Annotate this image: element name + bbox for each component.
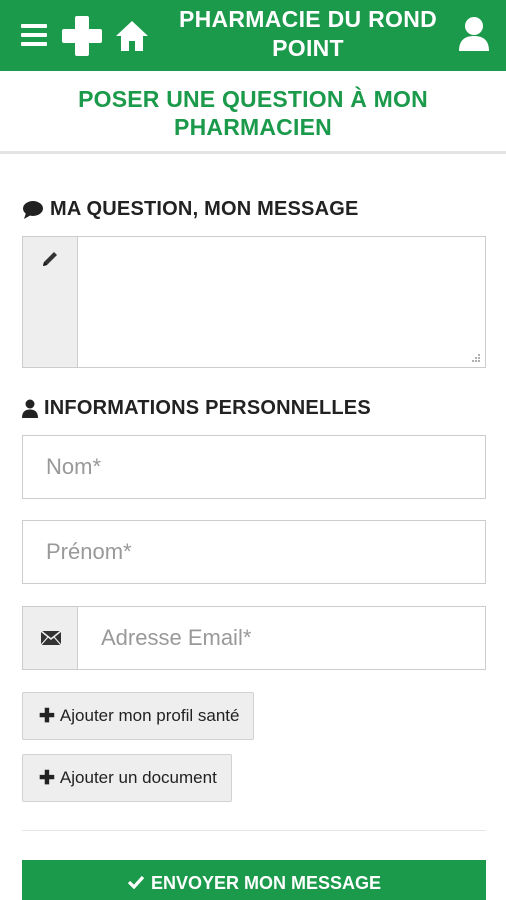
user-icon bbox=[22, 399, 38, 418]
pharmacy-name: PHARMACIE DU ROND POINT bbox=[178, 6, 438, 61]
add-health-profile-button[interactable]: ✚ Ajouter mon profil santé bbox=[22, 692, 255, 740]
comment-icon bbox=[23, 200, 43, 219]
email-field bbox=[22, 606, 486, 670]
personal-info-heading: INFORMATIONS PERSONNELLES bbox=[22, 397, 371, 420]
message-addon bbox=[23, 237, 78, 367]
resize-grip-icon[interactable] bbox=[471, 353, 481, 363]
email-input[interactable] bbox=[79, 607, 485, 669]
message-textarea[interactable] bbox=[79, 237, 485, 367]
top-bar: PHARMACIE DU ROND POINT bbox=[0, 0, 506, 71]
prenom-input[interactable] bbox=[23, 521, 485, 583]
send-message-label: ENVOYER MON MESSAGE bbox=[150, 873, 382, 893]
user-icon[interactable] bbox=[458, 16, 490, 52]
question-heading: MA QUESTION, MON MESSAGE bbox=[22, 198, 359, 221]
check-icon bbox=[127, 875, 145, 889]
add-health-profile-label: Ajouter mon profil santé bbox=[59, 706, 240, 725]
personal-info-heading-label: INFORMATIONS PERSONNELLES bbox=[44, 397, 371, 419]
add-document-label: Ajouter un document bbox=[59, 768, 217, 787]
divider bbox=[22, 830, 486, 831]
add-document-button[interactable]: ✚ Ajouter un document bbox=[22, 754, 232, 802]
page-title: POSER UNE QUESTION À MON PHARMACIEN bbox=[78, 86, 428, 140]
nom-field bbox=[22, 435, 486, 499]
pencil-icon bbox=[43, 252, 57, 266]
message-box bbox=[22, 236, 486, 368]
page-title-bar: POSER UNE QUESTION À MON PHARMACIEN bbox=[0, 71, 506, 154]
prenom-field bbox=[22, 520, 486, 584]
envelope-icon bbox=[40, 630, 62, 646]
send-message-button[interactable]: ENVOYER MON MESSAGE bbox=[22, 860, 486, 900]
pharmacy-cross-icon[interactable] bbox=[62, 16, 102, 56]
nom-input[interactable] bbox=[23, 436, 485, 498]
plus-icon: ✚ bbox=[39, 705, 55, 727]
menu-icon[interactable] bbox=[21, 24, 47, 46]
question-heading-label: MA QUESTION, MON MESSAGE bbox=[50, 198, 359, 220]
home-icon[interactable] bbox=[115, 20, 149, 52]
plus-icon: ✚ bbox=[39, 767, 55, 789]
email-addon bbox=[23, 607, 78, 669]
